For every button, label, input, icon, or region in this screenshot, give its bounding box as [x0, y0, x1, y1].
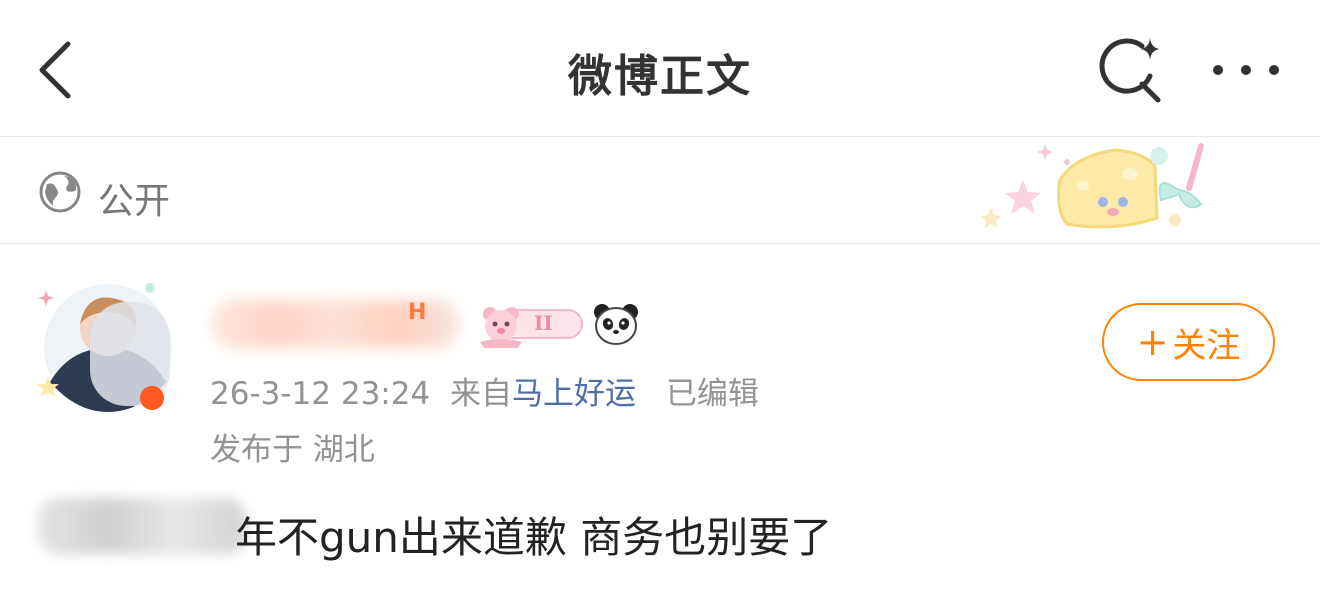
bear-member-badge-icon[interactable]: II	[468, 300, 586, 348]
nickname-tail: H	[408, 300, 427, 325]
privacy-divider	[0, 243, 1320, 244]
avatar-image	[37, 283, 172, 412]
more-dots-icon	[1213, 65, 1279, 75]
edited-label: 已编辑	[665, 376, 759, 412]
member-badge-graphic	[480, 307, 583, 348]
search-sparkle-icon	[1099, 38, 1161, 103]
post-meta: 26-3-12 23:24 来自马上好运 已编辑	[210, 368, 769, 413]
post-location: 发布于 湖北	[210, 424, 375, 469]
more-options-button[interactable]	[1208, 50, 1284, 90]
privacy-label: 公开	[98, 181, 171, 222]
location-name: 湖北	[312, 432, 375, 468]
post-timestamp: 26-3-12 23:24	[210, 376, 431, 412]
source-prefix: 来自	[450, 376, 513, 412]
source-app-link[interactable]: 马上好运	[512, 376, 636, 412]
cheese-sticker-icon	[981, 143, 1204, 229]
location-prefix: 发布于	[210, 432, 303, 468]
top-nav-bar: 微博正文	[0, 0, 1320, 136]
post-text-blurred	[38, 498, 246, 554]
follow-button[interactable]: + 关注	[1102, 303, 1275, 381]
follow-plus-icon: +	[1136, 320, 1169, 364]
post-text: 年不gun出来道歉 商务也别要了	[235, 513, 833, 562]
globe-icon	[39, 171, 81, 213]
search-button[interactable]	[1094, 36, 1166, 106]
avatar[interactable]	[30, 278, 190, 428]
follow-label: 关注	[1172, 325, 1241, 366]
member-level-label: II	[534, 311, 553, 335]
panda-icon	[594, 304, 638, 345]
